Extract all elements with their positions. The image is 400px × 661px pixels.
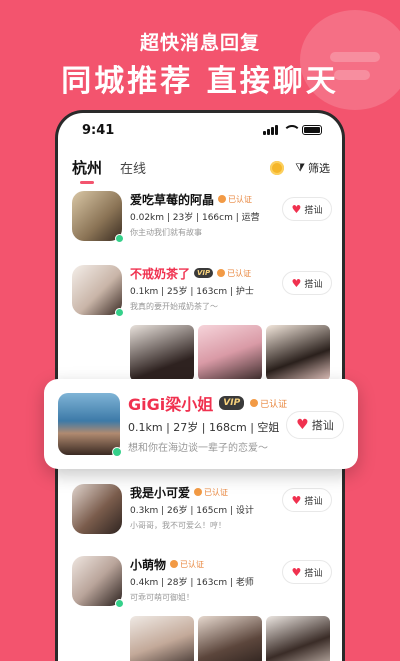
hero-subtitle: 超快消息回复 <box>139 32 260 54</box>
chat-button[interactable]: ♥ 搭讪 <box>282 197 332 221</box>
verified-badge: 已认证 <box>170 559 204 570</box>
verified-icon <box>170 560 179 568</box>
heart-icon: ♥ <box>291 493 302 507</box>
user-bio: 想和你在海边谈一辈子的恋爱～ <box>128 443 268 454</box>
user-card[interactable]: 小萌物 已认证 0.4km | 28岁 | 163cm | 老师 可乖可萌可御姐… <box>58 556 342 661</box>
online-dot <box>112 447 122 457</box>
user-photo[interactable] <box>198 325 262 381</box>
tab-hangzhou[interactable]: 杭州 <box>72 157 102 184</box>
filter-label: 筛选 <box>308 162 330 175</box>
verified-badge: 已认证 <box>250 397 287 410</box>
chat-button[interactable]: ♥ 搭讪 <box>286 411 344 439</box>
verified-icon <box>217 269 226 277</box>
avatar[interactable] <box>72 265 124 317</box>
status-time: 9:41 <box>82 122 115 138</box>
verified-badge: 已认证 <box>194 487 228 498</box>
user-card[interactable]: 爱吃草莓的阿晶 已认证 0.02km | 23岁 | 166cm | 运营 你主… <box>58 191 342 243</box>
status-bar: 9:41 <box>58 113 342 147</box>
chat-button[interactable]: ♥ 搭讪 <box>282 271 332 295</box>
user-list-lower: 我是小可爱 已认证 0.3km | 26岁 | 165cm | 设计 小哥哥，我… <box>58 480 342 661</box>
photo-strip <box>130 325 332 381</box>
tab-online[interactable]: 在线 <box>120 158 146 177</box>
verified-badge: 已认证 <box>217 268 251 279</box>
user-name: 我是小可爱 <box>130 485 191 500</box>
user-bio: 可乖可萌可御姐！ <box>130 593 194 602</box>
user-photo[interactable] <box>198 616 262 661</box>
chat-button[interactable]: ♥ 搭讪 <box>282 488 332 512</box>
verified-icon <box>218 195 227 203</box>
wifi-icon <box>283 125 301 135</box>
user-photo[interactable] <box>266 616 330 661</box>
user-card[interactable]: 我是小可爱 已认证 0.3km | 26岁 | 165cm | 设计 小哥哥，我… <box>58 480 342 534</box>
verified-icon <box>194 488 203 496</box>
user-name: 不戒奶茶了 <box>130 266 191 281</box>
heart-icon: ♥ <box>291 565 302 579</box>
user-name: 小萌物 <box>130 557 167 572</box>
heart-icon: ♥ <box>291 276 302 290</box>
signal-icon <box>263 125 278 135</box>
user-bio: 我真的要开始戒奶茶了～ <box>130 302 218 311</box>
chat-button[interactable]: ♥ 搭讪 <box>282 560 332 584</box>
online-dot <box>115 308 124 317</box>
user-bio: 你主动我们就有故事 <box>130 228 202 237</box>
photo-strip <box>130 616 332 661</box>
user-photo[interactable] <box>130 325 194 381</box>
vip-badge: VIP <box>194 268 214 278</box>
online-dot <box>115 234 124 243</box>
avatar[interactable] <box>72 556 124 608</box>
heart-icon: ♥ <box>291 202 302 216</box>
user-meta: 0.1km | 27岁 | 168cm | 空姐 <box>128 421 280 434</box>
filter-icon: ⧩ <box>295 161 305 174</box>
heart-icon: ♥ <box>296 417 309 433</box>
verified-icon <box>250 399 259 407</box>
user-name: 爱吃草莓的阿晶 <box>130 192 215 207</box>
featured-user-card[interactable]: GiGi梁小姐 VIP 已认证 0.1km | 27岁 | 168cm | 空姐… <box>44 379 358 469</box>
battery-icon <box>302 125 322 135</box>
user-card[interactable]: 不戒奶茶了 VIP 已认证 0.1km | 25岁 | 163cm | 护士 我… <box>58 265 342 381</box>
coin-icon[interactable] <box>270 161 284 175</box>
avatar[interactable] <box>58 393 122 457</box>
verified-badge: 已认证 <box>218 194 252 205</box>
user-name: GiGi梁小姐 <box>128 395 214 414</box>
user-bio: 小哥哥，我不可爱么！哼！ <box>130 521 226 530</box>
vip-badge: VIP <box>219 396 245 410</box>
online-dot <box>115 599 124 608</box>
avatar[interactable] <box>72 484 122 534</box>
status-icons <box>263 125 322 135</box>
filter-button[interactable]: ⧩ 筛选 <box>295 160 330 176</box>
user-photo[interactable] <box>266 325 330 381</box>
user-photo[interactable] <box>130 616 194 661</box>
avatar[interactable] <box>72 191 124 243</box>
hero-title: 同城推荐 直接聊天 <box>61 64 339 99</box>
tab-bar: 杭州 在线 ⧩ 筛选 <box>58 147 342 187</box>
